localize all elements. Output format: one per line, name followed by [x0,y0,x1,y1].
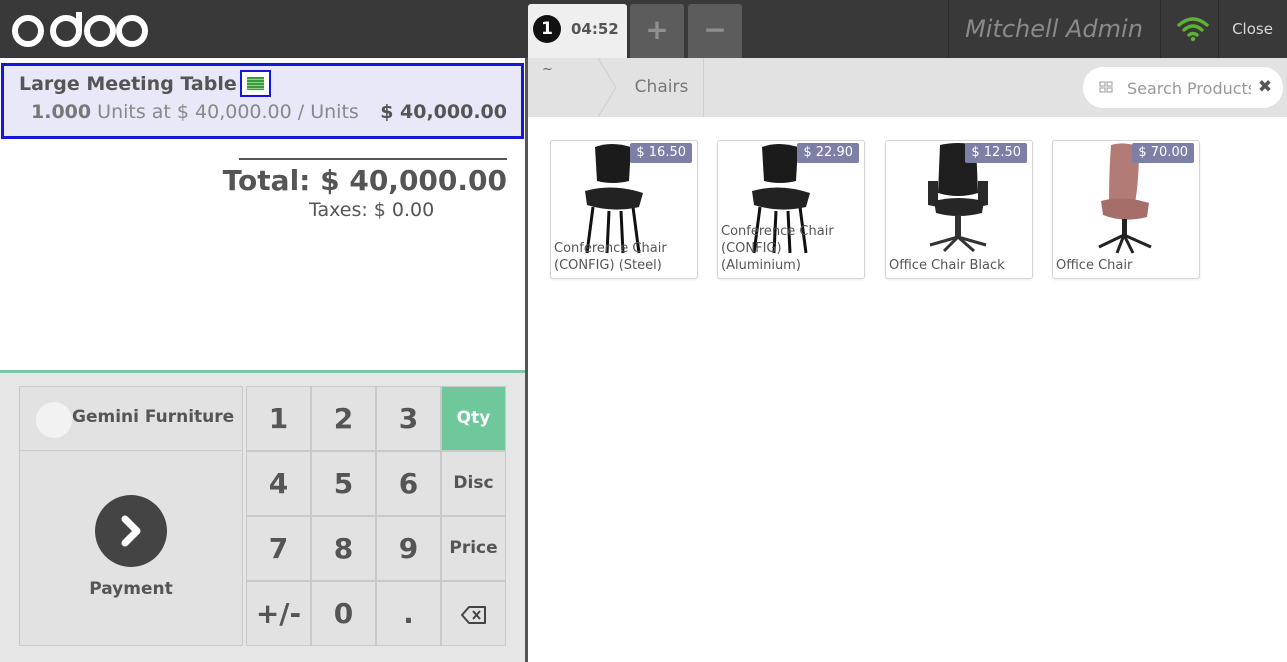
add-order-button[interactable]: + [630,4,684,58]
product-card[interactable]: $ 22.90 Conference Chair (CONFIG) (Alumi… [717,140,865,279]
order-line[interactable]: Large Meeting Table 1.000 Units at $ 40,… [1,63,524,139]
numpad-key-3[interactable]: 3 [376,386,441,451]
qty-mode-button[interactable]: Qty [441,386,506,451]
price-mode-button[interactable]: Price [441,516,506,581]
category-bar: ~ Chairs ✖ [528,58,1287,117]
home-icon: ~ [542,62,553,77]
numpad-key-4[interactable]: 4 [246,451,311,516]
numpad-key-2[interactable]: 2 [311,386,376,451]
order-line-qty-info: 1.000 Units at $ 40,000.00 / Units [31,101,359,123]
order-line-qty: 1.000 [31,101,92,123]
total-divider [239,158,507,160]
search-box: ✖ [1083,67,1283,108]
clear-search-icon[interactable]: ✖ [1255,76,1275,98]
customer-button[interactable]: Gemini Furniture [19,386,243,451]
disc-mode-button[interactable]: Disc [441,451,506,516]
plus-minus-key[interactable]: +/- [246,581,311,646]
order-line-price: $ 40,000.00 [380,101,507,123]
home-breadcrumb[interactable]: ~ [528,58,600,117]
payment-circle [95,495,167,567]
chevron-right-icon [121,515,141,547]
customer-avatar [36,402,72,438]
header-divider [1160,0,1161,58]
numpad-key-9[interactable]: 9 [376,516,441,581]
product-card[interactable]: $ 16.50 Conference Chair (CONFIG) (Steel… [550,140,698,279]
numpad: 1 2 3 Qty 4 5 6 Disc 7 8 9 Price +/- 0 . [246,386,506,646]
control-panel: Gemini Furniture Payment 1 2 3 Qty 4 5 6… [0,370,525,662]
order-number-badge: 1 [533,15,561,43]
numpad-key-7[interactable]: 7 [246,516,311,581]
product-name: Conference Chair (CONFIG) (Aluminium) [721,224,834,273]
username[interactable]: Mitchell Admin [948,0,1160,58]
order-total: Total: $ 40,000.00 [222,164,507,197]
decimal-key[interactable]: . [376,581,441,646]
numpad-key-1[interactable]: 1 [246,386,311,451]
order-line-name: Large Meeting Table [19,73,237,95]
product-price: $ 16.50 [630,143,692,163]
product-name: Conference Chair (CONFIG) (Steel) [554,241,667,273]
backspace-icon [460,606,486,624]
backspace-key[interactable] [441,581,506,646]
lot-list-icon[interactable] [240,70,271,97]
customer-name: Gemini Furniture [72,407,235,427]
order-time: 04:52 [571,20,619,38]
product-card[interactable]: $ 12.50 Office Chair Black [885,140,1033,279]
payment-label: Payment [89,579,173,599]
product-card[interactable]: $ 70.00 Office Chair [1052,140,1200,279]
product-price: $ 22.90 [797,143,859,163]
search-input[interactable] [1127,76,1251,100]
order-taxes: Taxes: $ 0.00 [309,199,435,221]
odoo-logo [12,12,148,47]
payment-button[interactable]: Payment [19,451,243,646]
numpad-key-5[interactable]: 5 [311,451,376,516]
top-bar: 1 04:52 + − Mitchell Admin Close [0,0,1287,58]
products-pane: ~ Chairs ✖ $ 16.50 Conference C [528,58,1287,662]
product-name: Office Chair Black [889,258,1005,273]
close-button[interactable]: Close [1218,0,1287,58]
product-price: $ 70.00 [1132,143,1194,163]
product-name: Office Chair [1056,258,1133,273]
remove-order-button[interactable]: − [688,4,742,58]
category-breadcrumb-chairs[interactable]: Chairs [620,58,704,117]
wifi-icon[interactable] [1176,14,1210,44]
product-price: $ 12.50 [965,143,1027,163]
barcode-icon [1099,81,1113,93]
breadcrumb-separator-icon [598,58,617,117]
order-tab[interactable]: 1 04:52 [528,4,627,58]
numpad-key-0[interactable]: 0 [311,581,376,646]
numpad-key-6[interactable]: 6 [376,451,441,516]
numpad-key-8[interactable]: 8 [311,516,376,581]
order-line-unit-price: Units at $ 40,000.00 / Units [97,101,359,123]
